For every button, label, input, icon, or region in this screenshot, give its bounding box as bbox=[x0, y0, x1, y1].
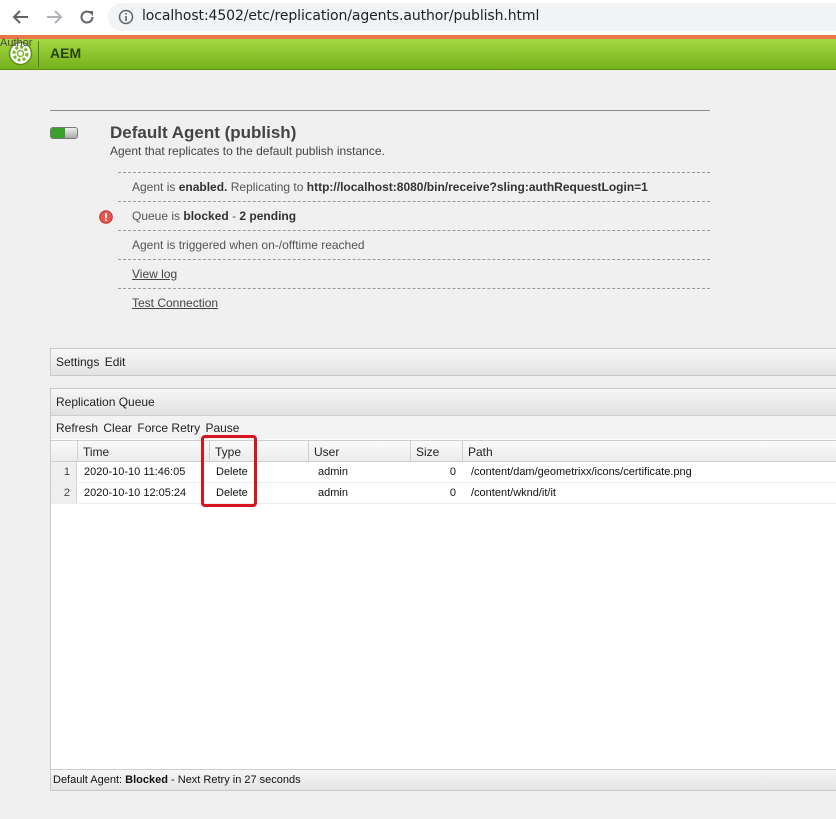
info-icon[interactable] bbox=[118, 9, 134, 25]
agent-info-list: Agent is enabled. Replicating to http://… bbox=[99, 172, 710, 317]
edit-button[interactable]: Edit bbox=[105, 355, 126, 369]
header-separator bbox=[38, 41, 39, 67]
error-icon bbox=[99, 210, 113, 224]
force-retry-button[interactable]: Force Retry bbox=[137, 421, 200, 435]
status-value: enabled. bbox=[178, 180, 228, 194]
queue-toolbar: Refresh Clear Force Retry Pause bbox=[51, 416, 836, 439]
column-header-user[interactable]: User bbox=[308, 441, 410, 461]
replicating-prefix: Replicating to bbox=[227, 180, 307, 194]
status-prefix: Default Agent: bbox=[53, 774, 126, 786]
column-header-path[interactable]: Path bbox=[462, 441, 836, 461]
url-text[interactable]: localhost:4502/etc/replication/agents.au… bbox=[142, 8, 539, 24]
aem-header bbox=[0, 39, 836, 70]
queue-status-row: Queue is blocked - 2 pending bbox=[99, 201, 710, 230]
cell-size: 0 bbox=[449, 487, 456, 499]
queue-prefix: Queue is bbox=[132, 209, 184, 223]
address-bar[interactable]: localhost:4502/etc/replication/agents.au… bbox=[108, 3, 836, 31]
cell-path: /content/wknd/it/it bbox=[471, 487, 556, 499]
divider bbox=[50, 110, 710, 111]
cell-time: 2020-10-10 11:46:05 bbox=[84, 466, 186, 478]
column-header-time[interactable]: Time bbox=[77, 441, 209, 461]
cell-path: /content/dam/geometrixx/icons/certificat… bbox=[471, 466, 692, 478]
agent-title: Default Agent (publish) bbox=[110, 123, 297, 142]
view-log-link[interactable]: View log bbox=[132, 267, 177, 281]
refresh-button[interactable]: Refresh bbox=[56, 421, 98, 435]
table-row[interactable]: 1 2020-10-10 11:46:05 Delete admin 0 /co… bbox=[51, 462, 836, 483]
replication-url: http://localhost:8080/bin/receive?sling:… bbox=[306, 180, 648, 194]
type-column-highlight bbox=[201, 435, 257, 507]
view-log-row: View log bbox=[118, 259, 710, 288]
queue-pending: 2 pending bbox=[239, 209, 297, 223]
status-suffix: - Next Retry in 27 seconds bbox=[167, 774, 301, 786]
column-header-size[interactable]: Size bbox=[410, 441, 462, 461]
browser-toolbar: localhost:4502/etc/replication/agents.au… bbox=[0, 0, 836, 35]
agent-enabled-toggle[interactable] bbox=[50, 127, 78, 139]
queue-separator: - bbox=[228, 209, 240, 223]
queue-grid: Time Type User Size Path 1 2020-10-10 11… bbox=[51, 440, 836, 504]
rownum-header bbox=[51, 441, 77, 461]
test-connection-row: Test Connection bbox=[118, 288, 710, 317]
grid-header: Time Type User Size Path bbox=[51, 440, 836, 462]
settings-bar: Settings Edit bbox=[50, 348, 836, 376]
queue-title: Replication Queue bbox=[51, 389, 836, 416]
replication-queue-panel: Replication Queue Refresh Clear Force Re… bbox=[50, 388, 836, 791]
reload-icon[interactable] bbox=[76, 6, 98, 28]
status-prefix: Agent is bbox=[132, 180, 179, 194]
cell-time: 2020-10-10 12:05:24 bbox=[84, 487, 187, 499]
cell-user: admin bbox=[318, 487, 348, 499]
status-state: Blocked bbox=[125, 774, 168, 786]
cell-user: admin bbox=[318, 466, 348, 478]
agent-status-row: Agent is enabled. Replicating to http://… bbox=[118, 172, 710, 201]
trigger-row: Agent is triggered when on-/offtime reac… bbox=[118, 230, 710, 259]
test-connection-link[interactable]: Test Connection bbox=[132, 296, 218, 310]
app-title[interactable]: AEM bbox=[50, 45, 81, 61]
author-label: Author bbox=[0, 37, 33, 49]
forward-arrow-icon[interactable] bbox=[43, 6, 65, 28]
trigger-text: Agent is triggered when on-/offtime reac… bbox=[132, 238, 365, 252]
back-arrow-icon[interactable] bbox=[10, 6, 32, 28]
clear-button[interactable]: Clear bbox=[103, 421, 132, 435]
status-bar: Default Agent: Blocked - Next Retry in 2… bbox=[51, 769, 836, 790]
table-row[interactable]: 2 2020-10-10 12:05:24 Delete admin 0 /co… bbox=[51, 483, 836, 504]
pause-button[interactable]: Pause bbox=[205, 421, 239, 435]
row-number: 1 bbox=[51, 462, 77, 482]
settings-label: Settings bbox=[56, 355, 100, 369]
cell-size: 0 bbox=[449, 466, 456, 478]
row-number: 2 bbox=[51, 483, 77, 503]
queue-state: blocked bbox=[183, 209, 229, 223]
agent-description: Agent that replicates to the default pub… bbox=[110, 144, 385, 158]
